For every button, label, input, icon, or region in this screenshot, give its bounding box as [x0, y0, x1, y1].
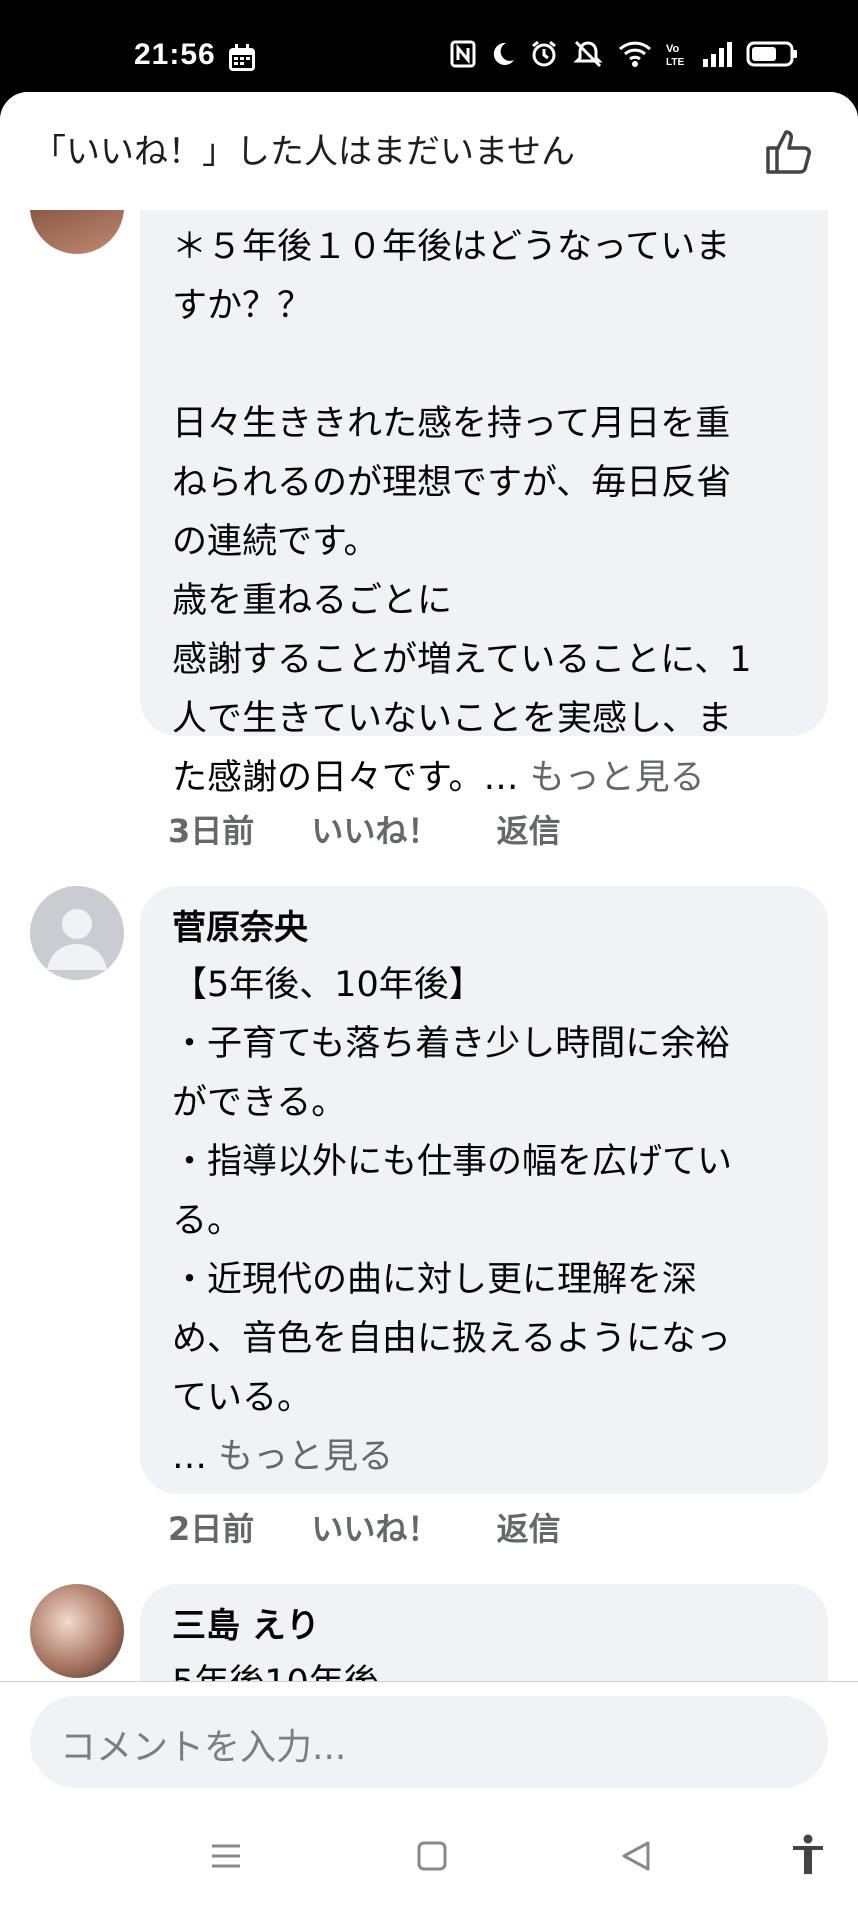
volte-icon: Vo LTE — [666, 43, 684, 68]
comment-line — [172, 336, 796, 395]
default-avatar-icon[interactable] — [30, 886, 124, 980]
battery-icon — [746, 41, 797, 67]
signal-icon — [703, 42, 732, 67]
menu-icon[interactable] — [210, 1840, 242, 1872]
comment-line: … — [172, 1437, 207, 1477]
comment-line: 歳を重ねるごとに — [172, 581, 453, 621]
comment-line: ＊５年後１０年後はどうなっていま — [172, 227, 731, 267]
no-likes-text: 「いいね！」した人はまだいません — [32, 132, 575, 172]
comment-line: ・指導以外にも仕事の幅を広げてい — [172, 1142, 733, 1182]
comment-line: 日々生ききれた感を持って月日を重 — [172, 404, 731, 444]
comment-bubble: 菅原奈央 【5年後、10年後】 ・子育ても落ち着き少し時間に余裕 ができる。 ・… — [140, 886, 828, 1494]
comment-list[interactable]: ＊５年後１０年後はどうなっていま すか？？ 日々生ききれた感を持って月日を重 ね… — [0, 210, 858, 1773]
see-more-link[interactable]: もっと見る — [218, 1437, 393, 1477]
comment-line: すか？？ — [172, 286, 313, 326]
reply-link[interactable]: 返信 — [497, 812, 561, 850]
comment-time: 2日前 — [168, 1510, 255, 1548]
svg-text:Vo: Vo — [666, 43, 680, 55]
comment-line: ねられるのが理想ですが、毎日反省 — [172, 463, 732, 503]
comment-meta: 2日前 いいね！ 返信 — [168, 1504, 607, 1550]
comment-line: た感謝の日々です。… — [172, 758, 519, 798]
comment-time: 3日前 — [168, 812, 255, 850]
sheet-header: 「いいね！」した人はまだいません — [0, 92, 858, 210]
comment-line: 人で生きていないことを実感し、ま — [172, 699, 733, 739]
comments-sheet: 「いいね！」した人はまだいません ＊５年後１０年後はどうなっていま すか？？ 日… — [0, 92, 858, 1804]
commenter-name[interactable]: 三島 えり — [172, 1598, 796, 1654]
reply-link[interactable]: 返信 — [497, 1510, 561, 1548]
back-icon[interactable] — [620, 1840, 652, 1872]
comment-line: の連続です。 — [172, 522, 379, 562]
comment-line: ・近現代の曲に対し更に理解を深 — [172, 1260, 698, 1300]
home-icon[interactable] — [416, 1840, 448, 1872]
avatar[interactable] — [30, 210, 124, 254]
nfc-icon — [450, 40, 476, 68]
comment-input-placeholder: コメントを入力... — [60, 1727, 347, 1768]
avatar[interactable] — [30, 1584, 124, 1678]
comment-line: ができる。 — [172, 1083, 347, 1123]
calendar-icon — [229, 44, 255, 71]
svg-text:LTE: LTE — [666, 57, 684, 68]
status-bar: 21:56 Vo LTE — [0, 0, 858, 92]
comment-composer: コメントを入力... — [0, 1681, 858, 1804]
comment-line: ている。 — [172, 1378, 313, 1418]
like-link[interactable]: いいね！ — [311, 1510, 439, 1548]
comment-input[interactable]: コメントを入力... — [30, 1696, 828, 1788]
comment-line: ・子育ても落ち着き少し時間に余裕 — [172, 1024, 731, 1064]
alarm-icon — [532, 40, 556, 67]
accessibility-icon[interactable] — [790, 1834, 826, 1876]
system-nav-bar — [0, 1804, 858, 1907]
comment-meta: 3日前 いいね！ 返信 — [168, 806, 607, 852]
status-time: 21:56 — [134, 38, 216, 71]
moon-icon — [493, 42, 514, 65]
comment-line: る。 — [172, 1201, 243, 1241]
comment-line: め、音色を自由に扱えるようになっ — [172, 1319, 731, 1359]
thumbs-up-icon[interactable] — [764, 126, 814, 176]
like-link[interactable]: いいね！ — [311, 812, 439, 850]
see-more-link[interactable]: もっと見る — [530, 758, 705, 798]
comment-line: 【5年後、10年後】 — [172, 965, 484, 1005]
commenter-name[interactable]: 菅原奈央 — [172, 900, 796, 956]
comment-bubble: ＊５年後１０年後はどうなっていま すか？？ 日々生ききれた感を持って月日を重 ね… — [140, 210, 828, 798]
mute-icon — [573, 40, 603, 68]
wifi-icon — [618, 41, 652, 67]
comment-line: 感謝することが増えていることに、1 — [172, 640, 752, 680]
